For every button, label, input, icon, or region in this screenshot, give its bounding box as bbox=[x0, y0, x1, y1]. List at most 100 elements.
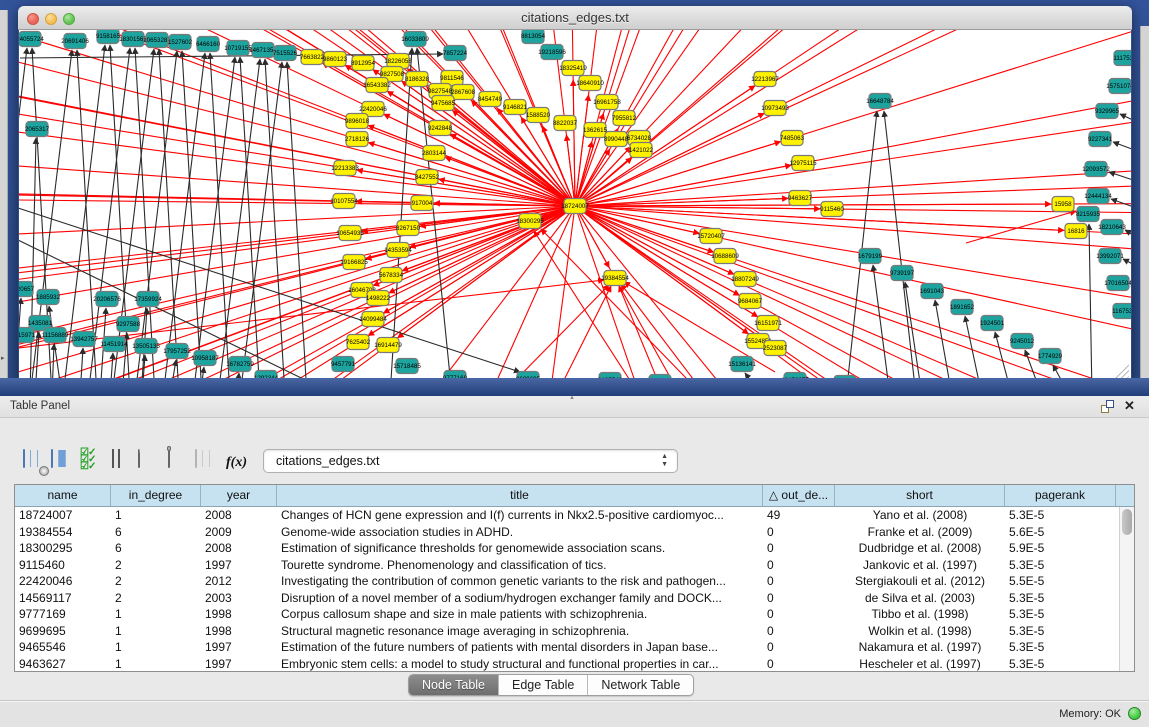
network-node[interactable]: 9115460 bbox=[820, 202, 844, 217]
network-node[interactable]: 7515526 bbox=[273, 46, 298, 61]
row-height-icon[interactable] bbox=[108, 450, 130, 472]
cell-name[interactable]: 18300295 bbox=[15, 540, 111, 557]
network-node[interactable]: 9158165 bbox=[96, 29, 121, 44]
cell-pagerank[interactable]: 5.3E-5 bbox=[1005, 507, 1116, 524]
network-node[interactable]: 1588520 bbox=[526, 108, 551, 123]
cell-in_degree[interactable]: 1 bbox=[111, 656, 201, 673]
cell-short[interactable]: Yano et al. (2008) bbox=[835, 507, 1005, 524]
network-node[interactable]: 20206576 bbox=[93, 292, 121, 307]
table-row[interactable]: 1872400712008Changes of HCN gene express… bbox=[15, 507, 1134, 524]
network-node[interactable]: 17016504 bbox=[1104, 276, 1132, 291]
network-node[interactable]: 2867608 bbox=[451, 85, 476, 100]
network-node[interactable]: 1774929 bbox=[1038, 349, 1063, 364]
network-node[interactable]: 16543382 bbox=[363, 78, 391, 93]
cell-title[interactable]: Corpus callosum shape and size in male p… bbox=[277, 606, 763, 623]
network-node[interactable]: 5678334 bbox=[379, 268, 404, 283]
network-node[interactable]: 1691043 bbox=[920, 284, 945, 299]
network-node[interactable]: 18724007 bbox=[561, 199, 589, 214]
network-node[interactable]: 10958187 bbox=[191, 351, 219, 366]
network-node[interactable]: 9227341 bbox=[1088, 132, 1113, 147]
cell-pagerank[interactable]: 5.9E-5 bbox=[1005, 540, 1116, 557]
network-node[interactable]: 19166825 bbox=[340, 255, 368, 270]
cell-title[interactable]: Embryonic stem cells: a model to study s… bbox=[277, 656, 763, 673]
column-header-short[interactable]: short bbox=[835, 485, 1005, 506]
network-node[interactable]: 12093572 bbox=[1082, 162, 1110, 177]
network-node[interactable]: 8215935 bbox=[1076, 207, 1101, 222]
table-row[interactable]: 1456911722003Disruption of a novel membe… bbox=[15, 590, 1134, 607]
right-panel-collapsed-strip[interactable] bbox=[1140, 26, 1149, 396]
cell-short[interactable]: Tibbo et al. (1998) bbox=[835, 606, 1005, 623]
cell-out_degree[interactable]: 0 bbox=[763, 573, 835, 590]
cell-in_degree[interactable]: 1 bbox=[111, 623, 201, 640]
cell-year[interactable]: 1998 bbox=[201, 606, 277, 623]
cell-in_degree[interactable]: 1 bbox=[111, 606, 201, 623]
cell-short[interactable]: Wolkin et al. (1998) bbox=[835, 623, 1005, 640]
network-node[interactable]: 2718126 bbox=[345, 132, 370, 147]
cell-name[interactable]: 9463627 bbox=[15, 656, 111, 673]
network-node[interactable]: 10688609 bbox=[711, 249, 739, 264]
cell-title[interactable]: Disruption of a novel member of a sodium… bbox=[277, 590, 763, 607]
tab-network-table[interactable]: Network Table bbox=[588, 675, 693, 695]
network-node[interactable]: 8813054 bbox=[521, 29, 546, 44]
network-node[interactable]: 1924501 bbox=[980, 316, 1005, 331]
network-node[interactable]: 10973493 bbox=[761, 101, 789, 116]
cell-year[interactable]: 1997 bbox=[201, 639, 277, 656]
cell-pagerank[interactable]: 5.6E-5 bbox=[1005, 524, 1116, 541]
network-node[interactable]: 15958 bbox=[1052, 197, 1074, 212]
network-node[interactable]: 1117530 bbox=[1113, 51, 1137, 66]
column-header-in_degree[interactable]: in_degree bbox=[111, 485, 201, 506]
network-node[interactable]: 18210643 bbox=[1098, 220, 1126, 235]
cell-short[interactable]: Nakamura et al. (1997) bbox=[835, 639, 1005, 656]
network-node[interactable]: 8912954 bbox=[351, 56, 376, 71]
cell-pagerank[interactable]: 5.3E-5 bbox=[1005, 656, 1116, 673]
network-node[interactable]: 18807249 bbox=[731, 272, 759, 287]
network-node[interactable]: 8427552 bbox=[415, 170, 440, 185]
cell-pagerank[interactable]: 5.3E-5 bbox=[1005, 590, 1116, 607]
network-node[interactable]: 16816 bbox=[1065, 224, 1087, 239]
network-node[interactable]: 7625402 bbox=[346, 335, 371, 350]
network-node[interactable]: 2803144 bbox=[422, 146, 447, 161]
network-node[interactable]: 16648784 bbox=[866, 94, 894, 109]
select-rows-icon[interactable]: ☑✓☑✓☑✓ bbox=[80, 450, 102, 472]
memory-status-indicator[interactable] bbox=[1128, 707, 1141, 720]
network-node[interactable]: 1421022 bbox=[629, 143, 654, 158]
cell-in_degree[interactable]: 1 bbox=[111, 507, 201, 524]
cell-title[interactable]: Investigating the contribution of common… bbox=[277, 573, 763, 590]
cell-pagerank[interactable]: 5.5E-5 bbox=[1005, 573, 1116, 590]
network-node[interactable]: 15751074 bbox=[1106, 79, 1134, 94]
cell-pagerank[interactable]: 5.3E-5 bbox=[1005, 623, 1116, 640]
cell-out_degree[interactable]: 0 bbox=[763, 540, 835, 557]
network-node[interactable]: 1891652 bbox=[950, 300, 975, 315]
cell-year[interactable]: 2009 bbox=[201, 524, 277, 541]
network-node[interactable]: 3915971 bbox=[11, 328, 36, 343]
cell-short[interactable]: de Silva et al. (2003) bbox=[835, 590, 1005, 607]
network-node[interactable]: 1167533 bbox=[1112, 304, 1136, 319]
network-node[interactable]: 9245012 bbox=[1010, 334, 1035, 349]
network-node[interactable]: 2065317 bbox=[25, 122, 50, 137]
cell-name[interactable]: 19384554 bbox=[15, 524, 111, 541]
table-row[interactable]: 977716911998Corpus callosum shape and si… bbox=[15, 606, 1134, 623]
cell-in_degree[interactable]: 2 bbox=[111, 557, 201, 574]
delete-table-icon[interactable] bbox=[168, 450, 190, 472]
left-panel-collapsed-strip[interactable]: ▸ bbox=[0, 10, 8, 396]
cell-year[interactable]: 2008 bbox=[201, 540, 277, 557]
cell-in_degree[interactable]: 6 bbox=[111, 524, 201, 541]
network-node[interactable]: 10654935 bbox=[336, 226, 364, 241]
network-node[interactable]: 1679199 bbox=[858, 249, 883, 264]
tab-edge-table[interactable]: Edge Table bbox=[499, 675, 588, 695]
select-columns-icon[interactable] bbox=[51, 450, 73, 472]
network-node[interactable]: 15720407 bbox=[697, 229, 725, 244]
column-header-title[interactable]: title bbox=[277, 485, 763, 506]
table-row[interactable]: 911546021997Tourette syndrome. Phenomeno… bbox=[15, 557, 1134, 574]
network-node[interactable]: 9146821 bbox=[503, 100, 528, 115]
cell-pagerank[interactable]: 5.3E-5 bbox=[1005, 606, 1116, 623]
cell-title[interactable]: Changes of HCN gene expression and I(f) … bbox=[277, 507, 763, 524]
cell-year[interactable]: 2003 bbox=[201, 590, 277, 607]
table-settings-icon[interactable] bbox=[23, 450, 45, 472]
network-node[interactable]: 16782759 bbox=[226, 357, 254, 372]
table-row[interactable]: 946554611997Estimation of the future num… bbox=[15, 639, 1134, 656]
network-node[interactable]: 9457791 bbox=[331, 357, 356, 372]
cell-pagerank[interactable]: 5.3E-5 bbox=[1005, 557, 1116, 574]
function-builder-icon[interactable]: f(x) bbox=[226, 453, 248, 475]
network-node[interactable]: 16914479 bbox=[374, 338, 402, 353]
